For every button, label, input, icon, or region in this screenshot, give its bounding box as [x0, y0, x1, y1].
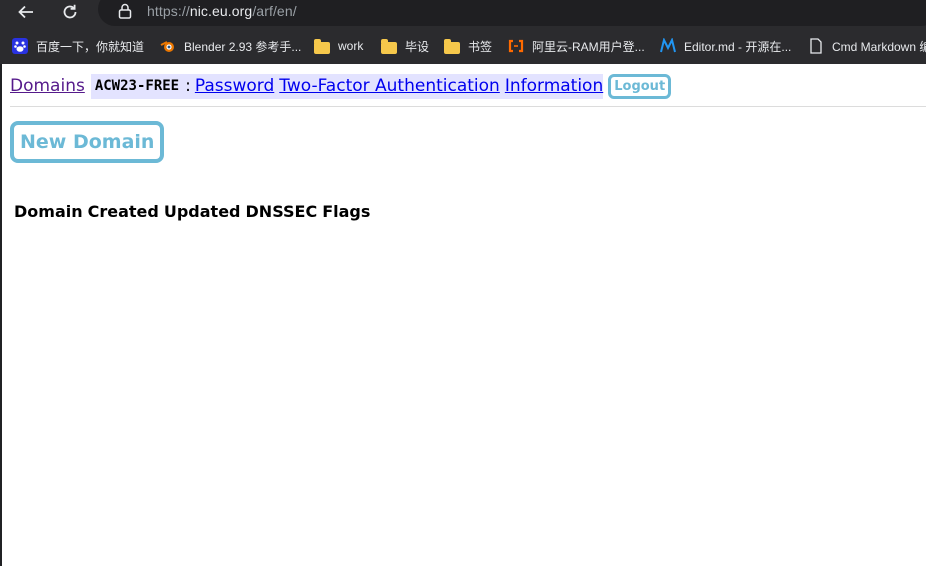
url-host: nic.eu.org: [189, 3, 253, 19]
bookmark-baidu[interactable]: 百度一下，你就知道: [12, 37, 144, 55]
password-link[interactable]: Password: [195, 76, 274, 96]
page-icon: [808, 38, 824, 54]
bookmarks-bar: 百度一下，你就知道 Blender 2.93 参考手... work 毕设 书签…: [0, 30, 926, 62]
divider: [10, 106, 926, 107]
bookmark-label: 百度一下，你就知道: [36, 39, 145, 54]
reload-button[interactable]: [56, 0, 84, 24]
handle-label: ACW23-FREE: [94, 78, 180, 94]
blender-icon: [160, 38, 176, 54]
column-header: Flags: [322, 202, 371, 221]
bookmark-label: 毕设: [405, 39, 430, 54]
editormd-icon: [660, 37, 676, 54]
domains-link[interactable]: Domains: [10, 76, 85, 96]
bookmark-aliyun[interactable]: 阿里云-RAM用户登...: [508, 37, 645, 55]
browser-chrome: https://nic.eu.org/arf/en/ 百度一下，你就知道 Ble…: [0, 0, 926, 64]
bookmark-blender[interactable]: Blender 2.93 参考手...: [160, 37, 301, 55]
back-arrow-icon: [18, 5, 33, 19]
handle-separator: :: [185, 76, 191, 96]
account-menu: Domains ACW23-FREE : Password Two-Factor…: [10, 72, 672, 100]
bookmark-folder-bishe[interactable]: 毕设: [381, 37, 429, 55]
bookmark-label: 阿里云-RAM用户登...: [532, 39, 645, 54]
bookmark-label: work: [338, 39, 364, 53]
url-path: /arf/en/: [252, 3, 297, 19]
column-header: Created: [87, 202, 159, 221]
column-header: DNSSEC: [245, 202, 318, 221]
baidu-icon: [12, 38, 28, 54]
two-factor-link[interactable]: Two-Factor Authentication: [279, 76, 500, 96]
column-header: Updated: [163, 202, 241, 221]
bookmark-editormd[interactable]: Editor.md - 开源在...: [660, 37, 791, 55]
account-nav-highlight: ACW23-FREE : Password Two-Factor Authent…: [90, 73, 604, 99]
bookmark-folder-work[interactable]: work: [314, 37, 363, 55]
domain-table-header: Domain Created Updated DNSSEC Flags: [14, 202, 370, 221]
folder-icon: [314, 38, 330, 54]
bookmark-label: Cmd Markdown 编: [832, 39, 926, 54]
new-domain-button[interactable]: New Domain: [10, 121, 165, 163]
bookmark-folder-shuqian[interactable]: 书签: [444, 37, 492, 55]
url-text[interactable]: https://nic.eu.org/arf/en/: [147, 3, 297, 19]
browser-toolbar: https://nic.eu.org/arf/en/: [0, 0, 926, 26]
lock-icon[interactable]: [118, 3, 132, 19]
bookmark-label: Editor.md - 开源在...: [684, 39, 792, 54]
information-link[interactable]: Information: [505, 76, 603, 96]
page-content: Domains ACW23-FREE : Password Two-Factor…: [2, 64, 926, 566]
aliyun-icon: [508, 38, 524, 54]
bookmark-label: 书签: [468, 39, 493, 54]
url-scheme: https://: [147, 3, 190, 19]
back-button[interactable]: [12, 0, 40, 24]
folder-icon: [381, 38, 397, 54]
bookmark-label: Blender 2.93 参考手...: [184, 39, 302, 54]
reload-icon: [63, 4, 77, 19]
column-header: Domain: [14, 202, 83, 221]
bookmark-cmd-markdown[interactable]: Cmd Markdown 编: [808, 37, 926, 55]
folder-icon: [444, 38, 460, 54]
logout-button[interactable]: Logout: [608, 73, 672, 99]
